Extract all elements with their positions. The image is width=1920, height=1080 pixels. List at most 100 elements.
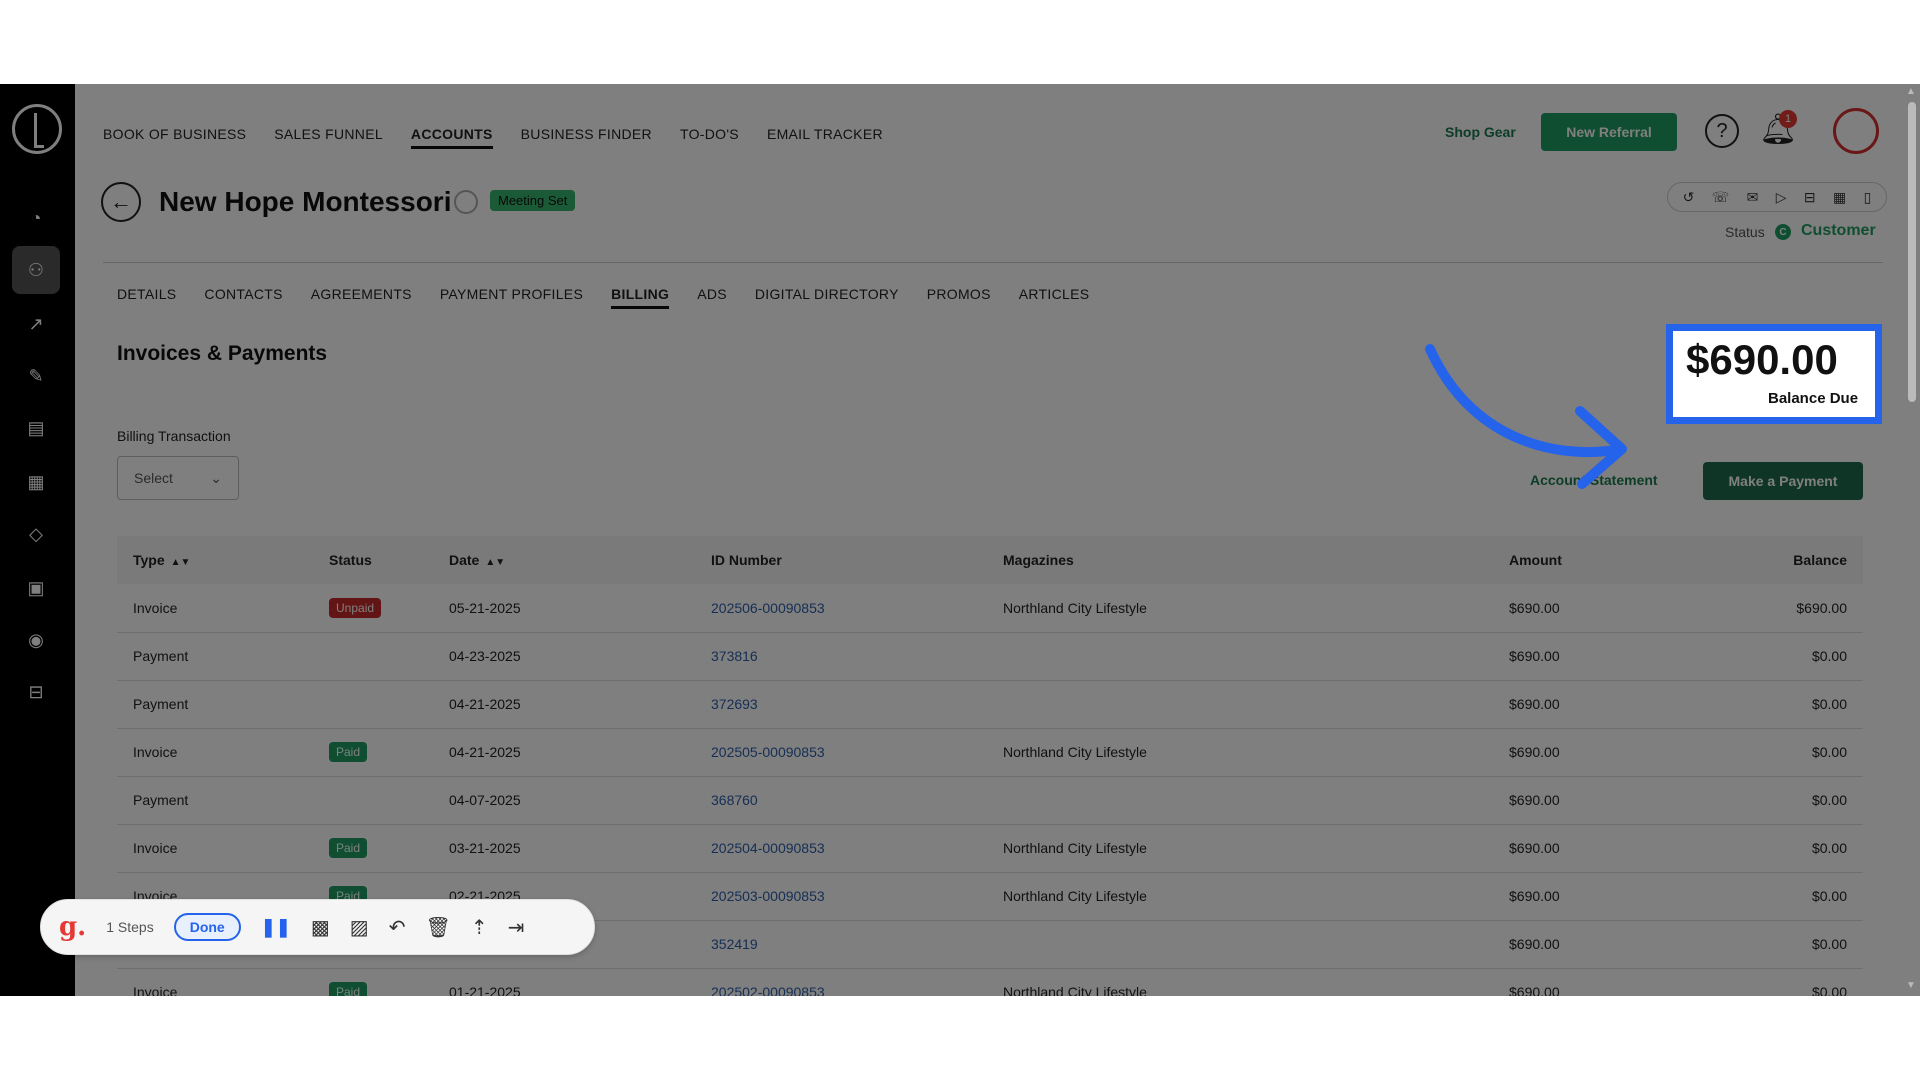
make-payment-button[interactable]: Make a Payment bbox=[1703, 462, 1863, 500]
nav-accounts[interactable]: ACCOUNTS bbox=[410, 126, 493, 149]
col-id-number: ID Number bbox=[695, 536, 987, 584]
id-link[interactable]: 202504-00090853 bbox=[711, 840, 825, 856]
scroll-thumb[interactable] bbox=[1908, 102, 1916, 402]
col-status: Status bbox=[313, 536, 433, 584]
cell-date: 05-21-2025 bbox=[433, 584, 695, 633]
nav-business-finder[interactable]: BUSINESS FINDER bbox=[521, 126, 652, 149]
nav-book-of-business[interactable]: BOOK OF BUSINESS bbox=[103, 126, 246, 149]
col-type[interactable]: Type ▲▼ bbox=[117, 536, 313, 584]
accounts-icon[interactable]: ⚇ bbox=[12, 246, 60, 294]
news-icon[interactable]: ▤ bbox=[12, 404, 60, 452]
tab-billing[interactable]: BILLING bbox=[611, 286, 670, 309]
image-icon[interactable]: ▨ bbox=[350, 915, 369, 940]
table-row[interactable]: Invoice Paid 01-21-2025 202502-00090853 … bbox=[117, 968, 1863, 996]
id-link[interactable]: 352419 bbox=[711, 936, 758, 952]
table-row[interactable]: Invoice Unpaid 05-21-2025 202506-0009085… bbox=[117, 584, 1863, 633]
grid-icon[interactable]: ▦ bbox=[12, 458, 60, 506]
id-link[interactable]: 202503-00090853 bbox=[711, 888, 825, 904]
phone-icon[interactable]: ☏ bbox=[1712, 189, 1730, 206]
cell-magazine: Northland City Lifestyle bbox=[987, 824, 1493, 873]
tab-agreements[interactable]: AGREEMENTS bbox=[311, 286, 412, 309]
store-icon[interactable]: ⊟ bbox=[12, 668, 60, 716]
store-icon[interactable]: ⊟ bbox=[1804, 189, 1816, 206]
send-icon[interactable]: ▷ bbox=[1776, 189, 1787, 206]
cell-balance: $690.00 bbox=[1683, 584, 1863, 633]
table-row[interactable]: Invoice Paid 04-21-2025 202505-00090853 … bbox=[117, 728, 1863, 777]
table-row[interactable]: Payment 04-23-2025 373816 $690.00 $0.00 bbox=[117, 632, 1863, 681]
cell-amount: $690.00 bbox=[1493, 824, 1683, 873]
profile-icon[interactable]: ◉ bbox=[12, 616, 60, 664]
cell-amount: $690.00 bbox=[1493, 968, 1683, 996]
calendar-icon[interactable]: ▦ bbox=[1833, 189, 1846, 206]
mail-icon[interactable]: ✉ bbox=[1747, 189, 1759, 206]
cell-type: Payment bbox=[117, 680, 313, 729]
done-button[interactable]: Done bbox=[173, 913, 241, 941]
step-count: 1 Steps bbox=[106, 919, 154, 935]
tab-ads[interactable]: ADS bbox=[697, 286, 727, 309]
cell-magazine: Northland City Lifestyle bbox=[987, 728, 1493, 777]
tab-promos[interactable]: PROMOS bbox=[927, 286, 991, 309]
undo-icon[interactable]: ↶ bbox=[389, 915, 406, 940]
cell-balance: $0.00 bbox=[1683, 824, 1863, 873]
cell-type: Invoice bbox=[117, 824, 313, 873]
contacts-book-icon[interactable]: ▣ bbox=[12, 564, 60, 612]
chevron-down-icon: ⌄ bbox=[210, 469, 222, 486]
edit-icon[interactable]: ✎ bbox=[12, 352, 60, 400]
trash-icon[interactable]: 🗑︎ bbox=[425, 915, 450, 940]
logo-icon[interactable] bbox=[12, 104, 62, 154]
new-referral-button[interactable]: New Referral bbox=[1541, 113, 1677, 151]
id-link[interactable]: 372693 bbox=[711, 696, 758, 712]
id-link[interactable]: 202502-00090853 bbox=[711, 984, 825, 996]
tab-digital-directory[interactable]: DIGITAL DIRECTORY bbox=[755, 286, 899, 309]
education-icon[interactable]: ◇ bbox=[12, 510, 60, 558]
billing-transaction-select[interactable]: Select ⌄ bbox=[117, 456, 239, 500]
cell-amount: $690.00 bbox=[1493, 776, 1683, 825]
cell-balance: $0.00 bbox=[1683, 920, 1863, 969]
sort-icon[interactable]: ▲▼ bbox=[171, 557, 191, 568]
id-link[interactable]: 202506-00090853 bbox=[711, 600, 825, 616]
skip-icon[interactable]: ⇥ bbox=[508, 915, 525, 940]
cell-type: Invoice bbox=[117, 584, 313, 633]
nav-sales-funnel[interactable]: SALES FUNNEL bbox=[274, 126, 383, 149]
main-content: BOOK OF BUSINESS SALES FUNNEL ACCOUNTS B… bbox=[75, 84, 1920, 996]
table-row[interactable]: Payment 04-21-2025 372693 $690.00 $0.00 bbox=[117, 680, 1863, 729]
sort-icon[interactable]: ▲▼ bbox=[485, 557, 505, 568]
status-badge: Paid bbox=[329, 742, 368, 762]
blur-icon[interactable]: ▩ bbox=[311, 915, 330, 940]
id-link[interactable]: 368760 bbox=[711, 792, 758, 808]
scroll-up-icon[interactable]: ▲ bbox=[1906, 86, 1916, 97]
cell-amount: $690.00 bbox=[1493, 584, 1683, 633]
table-row[interactable]: Invoice Paid 03-21-2025 202504-00090853 … bbox=[117, 824, 1863, 873]
cell-type: Payment bbox=[117, 776, 313, 825]
scroll-down-icon[interactable]: ▼ bbox=[1906, 980, 1916, 991]
document-icon[interactable]: ▯ bbox=[1864, 189, 1872, 206]
nav-to-dos[interactable]: TO-DO'S bbox=[680, 126, 739, 149]
dashboard-icon[interactable]: ◔ bbox=[12, 194, 60, 242]
avatar[interactable] bbox=[1833, 108, 1879, 154]
tab-articles[interactable]: ARTICLES bbox=[1019, 286, 1090, 309]
id-link[interactable]: 373816 bbox=[711, 648, 758, 664]
back-arrow-icon[interactable]: ← bbox=[101, 182, 141, 222]
nav-email-tracker[interactable]: EMAIL TRACKER bbox=[767, 126, 883, 149]
pause-icon[interactable]: ❚❚ bbox=[261, 917, 291, 938]
callout-arrow-icon bbox=[1425, 344, 1627, 489]
history-icon[interactable]: ↺ bbox=[1683, 189, 1695, 206]
stage-badge: Meeting Set bbox=[490, 190, 576, 211]
balance-due-label: Balance Due bbox=[1768, 390, 1859, 407]
status-label: Status bbox=[1725, 224, 1765, 240]
table-header-row: Type ▲▼ Status Date ▲▼ ID Number Magazines… bbox=[117, 536, 1863, 584]
cell-amount: $690.00 bbox=[1493, 632, 1683, 681]
tab-payment-profiles[interactable]: PAYMENT PROFILES bbox=[440, 286, 583, 309]
app-frame: ◔ ⚇ ↗ ✎ ▤ ▦ ◇ ▣ ◉ ⊟ BOOK OF BUSINESS SAL… bbox=[0, 84, 1920, 996]
col-date[interactable]: Date ▲▼ bbox=[433, 536, 695, 584]
analytics-icon[interactable]: ↗ bbox=[12, 300, 60, 348]
table-row[interactable]: Payment 04-07-2025 368760 $690.00 $0.00 bbox=[117, 776, 1863, 825]
help-icon[interactable]: ? bbox=[1705, 114, 1739, 148]
cell-type: Payment bbox=[117, 632, 313, 681]
tab-contacts[interactable]: CONTACTS bbox=[204, 286, 282, 309]
id-link[interactable]: 202505-00090853 bbox=[711, 744, 825, 760]
cell-date: 04-07-2025 bbox=[433, 776, 695, 825]
shop-gear-link[interactable]: Shop Gear bbox=[1445, 124, 1516, 140]
share-icon[interactable]: ⇡ bbox=[471, 915, 488, 940]
tab-details[interactable]: DETAILS bbox=[117, 286, 176, 309]
